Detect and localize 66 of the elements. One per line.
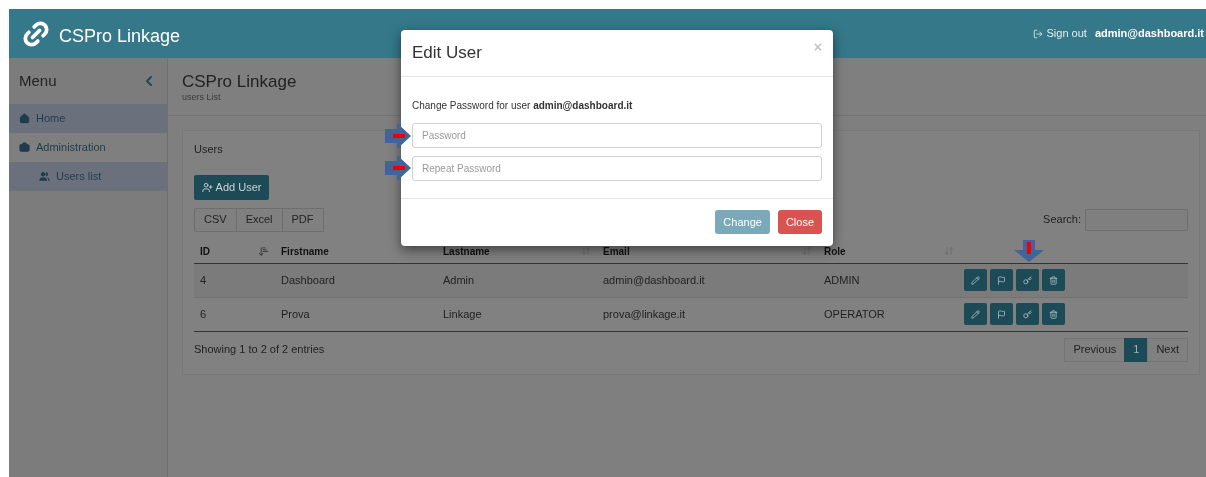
table-cell: 6 [200,307,207,320]
panel-title: Users [194,142,224,157]
column-header[interactable]: Role [824,243,846,259]
flag-button[interactable] [990,303,1013,325]
table-cell: OPERATOR [824,307,885,320]
pencil-icon [971,309,980,319]
arrow-icon [385,123,411,149]
trash-icon [1049,275,1058,285]
key-button[interactable] [1016,269,1039,291]
export-button[interactable]: PDF [281,207,324,232]
sort-icon[interactable] [258,245,269,257]
sidebar-item[interactable]: Home [9,104,167,133]
trash-icon [1049,309,1058,319]
key-button[interactable] [1016,303,1039,325]
briefcase-icon [19,142,30,153]
delete-button[interactable] [1042,303,1065,325]
arrow-icon [1014,240,1044,262]
edit-button[interactable] [964,269,987,291]
table-cell: Dashboard [281,273,335,286]
users-icon [39,171,50,182]
table-cell: Prova [281,307,310,320]
table-cell: admin@dashboard.it [603,273,705,286]
search-label: Search: [1043,212,1081,228]
page-title: CSPro Linkage [182,72,298,92]
flag-button[interactable] [990,269,1013,291]
table-info: Showing 1 to 2 of 2 entries [194,342,325,358]
dialog-message: Change Password for user admin@dashboard.it [412,99,634,113]
sidebar-item[interactable]: Users list [9,162,167,191]
column-header[interactable]: Email [603,243,630,259]
key-icon [1023,275,1032,285]
flag-icon [997,309,1006,319]
page-subtitle: users List [182,92,222,102]
export-button[interactable]: Excel [235,207,283,232]
table-cell: Linkage [443,307,482,320]
edit-button[interactable] [964,303,987,325]
column-header[interactable]: Lastname [443,243,490,259]
pencil-icon [971,275,980,285]
dialog-title: Edit User [412,42,482,65]
table-cell: 4 [200,273,207,286]
key-icon [1023,309,1032,319]
sort-icon[interactable] [802,246,812,256]
column-header[interactable]: ID [200,243,210,259]
table-cell: prova@linkage.it [603,307,686,320]
user-name: admin@dashboard.it [1094,26,1204,42]
column-header[interactable]: Firstname [281,243,329,259]
pagination-button[interactable]: Next [1147,337,1188,362]
sign-out-icon [1032,28,1043,39]
pagination-button[interactable]: Previous [1064,337,1126,362]
flag-icon [997,275,1006,285]
table-cell: ADMIN [824,273,860,286]
password-field[interactable]: Repeat Password [412,156,822,181]
pagination-button[interactable]: 1 [1124,337,1149,362]
add-user-icon [201,181,213,193]
password-field[interactable]: Password [412,123,822,148]
arrow-icon [385,155,411,181]
add-user-button[interactable]: Add User [194,174,269,200]
close-button[interactable]: Close [777,210,822,234]
sign-out-link[interactable]: Sign out [1046,25,1087,42]
delete-button[interactable] [1042,269,1065,291]
menu-title: Menu [19,70,57,91]
export-button[interactable]: CSV [194,207,237,232]
change-button[interactable]: Change [715,210,770,234]
brand-title[interactable]: CSPro Linkage [59,23,181,50]
sort-icon[interactable] [581,246,591,256]
home-icon [19,113,30,124]
table-cell: Admin [443,273,475,286]
